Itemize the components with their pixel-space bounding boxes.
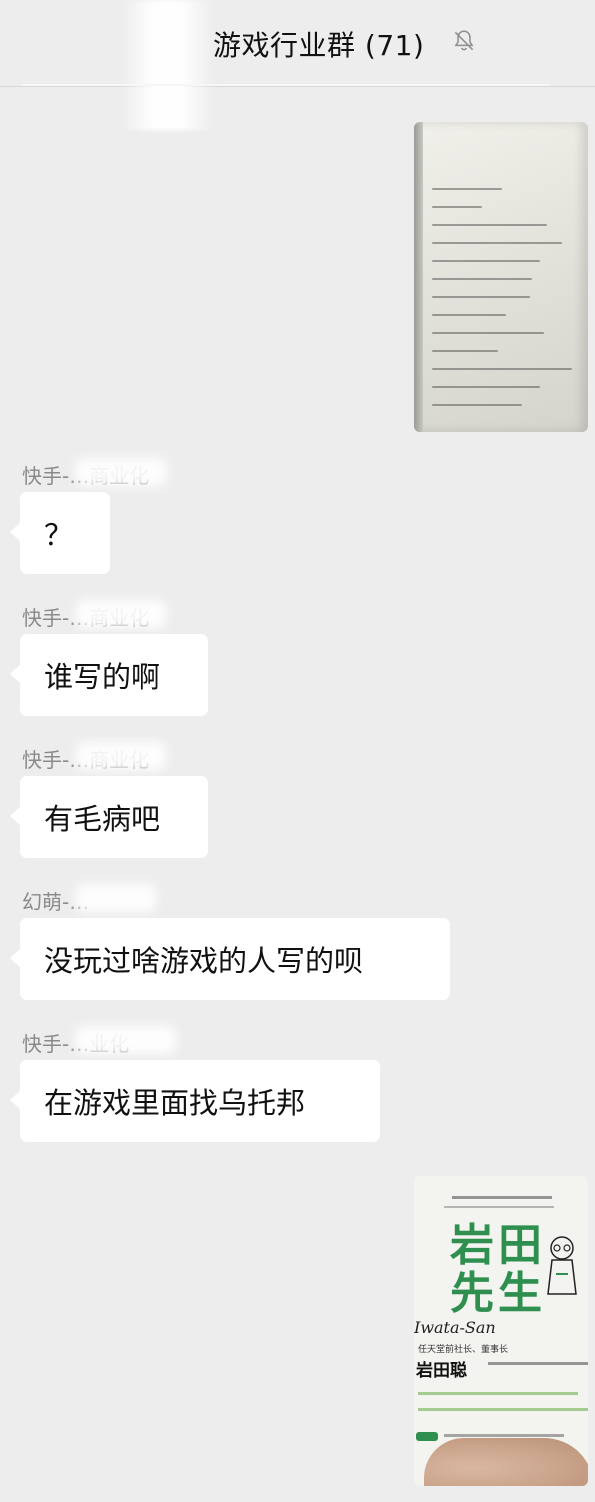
message-bubble[interactable]: 谁写的啊 (10, 634, 208, 716)
sender-redaction (76, 1026, 176, 1054)
sender-redaction (76, 884, 156, 912)
image-message-book-cover[interactable]: 岩田先生 Iwata-San 任天堂前社长、董事长 岩田聪 (414, 1176, 588, 1486)
sender-redaction (76, 600, 166, 628)
book-author-role: 任天堂前社长、董事长 (418, 1345, 509, 1355)
hand-holding-book (424, 1438, 588, 1486)
message-bubble[interactable]: 没玩过啥游戏的人写的呗 (10, 918, 450, 1000)
message-bubble[interactable]: 在游戏里面找乌托邦 (10, 1060, 380, 1142)
sender-redaction (76, 458, 166, 486)
book-author: 岩田聪 (416, 1361, 467, 1381)
image-message-book-page[interactable] (414, 122, 588, 432)
chat-header: 游戏行业群 (71) (0, 0, 595, 130)
book-script-title: Iwata-San (414, 1318, 496, 1337)
message-bubble[interactable]: 有毛病吧 (10, 776, 208, 858)
header-redaction (120, 0, 215, 130)
header-divider (22, 84, 550, 86)
message-bubble[interactable]: ？ (10, 492, 110, 574)
chat-title[interactable]: 游戏行业群 (71) (213, 24, 424, 64)
book-character-illustration (547, 1236, 577, 1295)
sender-redaction (76, 742, 166, 770)
mute-bell-icon (454, 30, 474, 51)
book-page-edge (414, 122, 423, 432)
